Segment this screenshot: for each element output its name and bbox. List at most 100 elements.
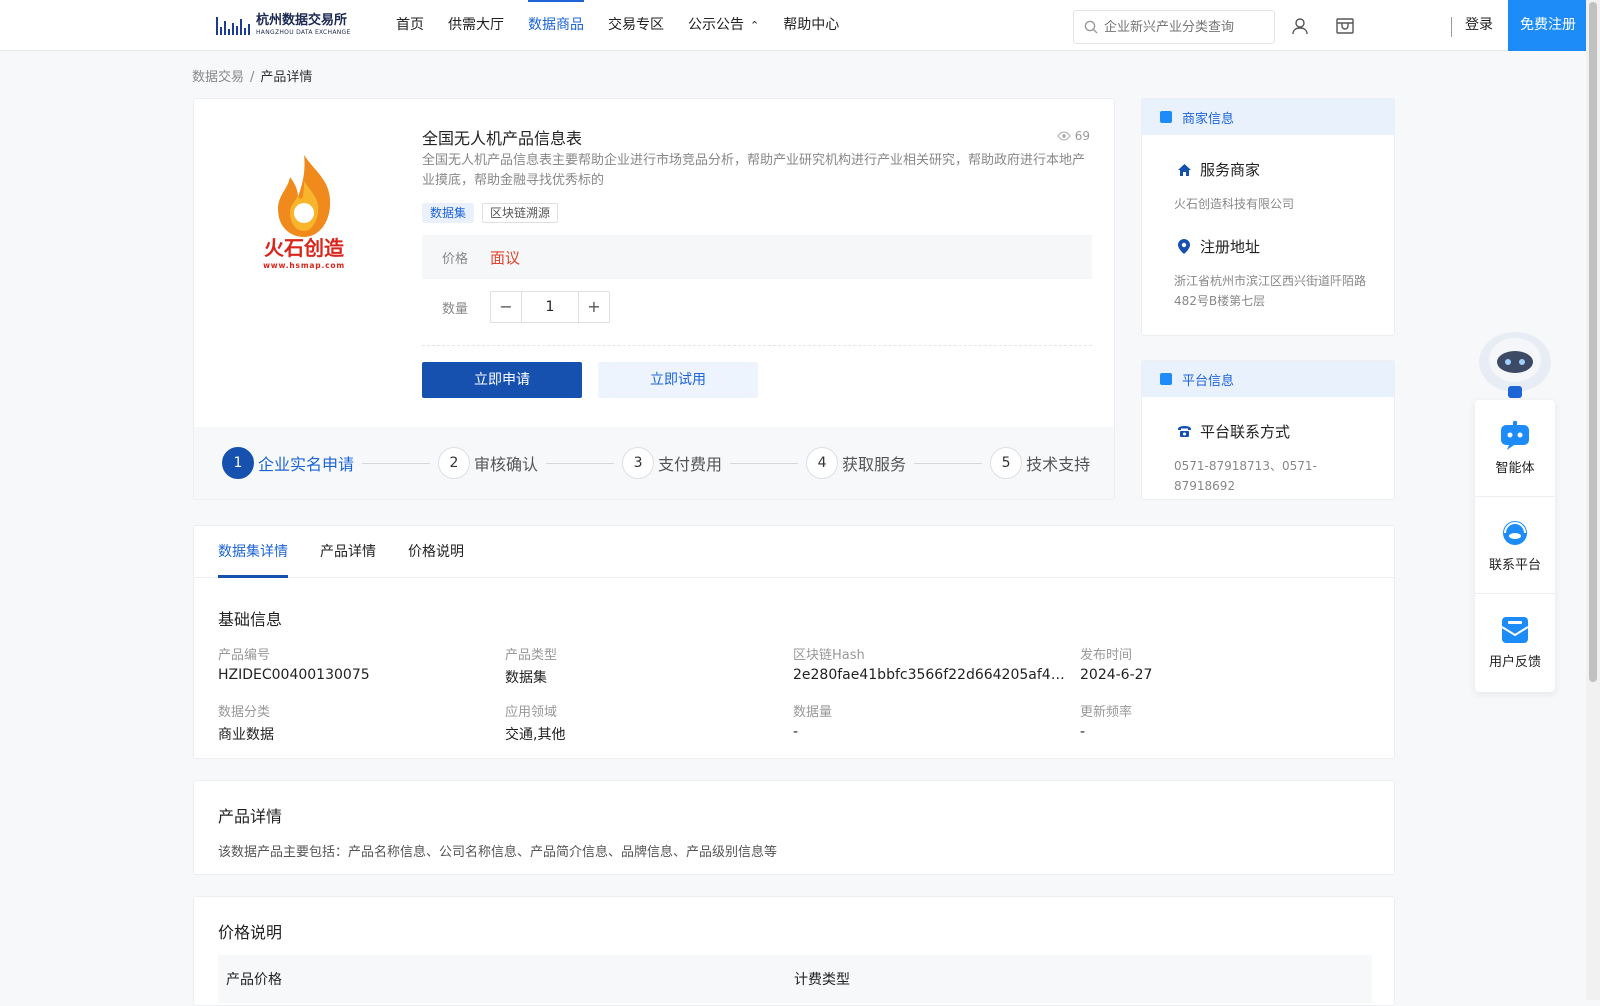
step-3: 3 支付费用 [622,447,722,479]
product-title: 全国无人机产品信息表 [422,129,583,148]
step-number: 1 [222,447,254,479]
step-4: 4 获取服务 [806,447,906,479]
field-label: 产品编号 [218,648,271,663]
detail-tabs: 数据集详情 产品详情 价格说明 [194,526,1394,578]
nav-announcements[interactable]: 公示公告 ⌃ [688,0,759,51]
divider [1451,17,1452,37]
headset-icon [1503,520,1527,545]
field-value: HZIDEC00400130075 [218,667,370,683]
step-connector [730,462,799,464]
product-logo-text: 火石创造 [264,236,345,260]
view-count-value: 69 [1074,129,1090,143]
decrement-button[interactable]: − [491,292,521,322]
price-info-card: 价格说明 产品价格 计费类型 [193,896,1395,1006]
nav-home[interactable]: 首页 [396,0,424,51]
agent-button[interactable]: 智能体 [1475,400,1555,497]
product-logo: 火石创造 www.hsmap.com [263,155,345,270]
field-value: 交通,其他 [505,727,566,743]
field-application-domain: 应用领域交通,其他 [505,701,793,744]
field-value: 数据集 [505,670,547,686]
tag-dataset: 数据集 [422,203,475,223]
feedback-button[interactable]: 用户反馈 [1475,594,1555,691]
chatbot-icon [1501,420,1529,450]
tab-product-detail[interactable]: 产品详情 [320,526,376,578]
trial-button[interactable]: 立即试用 [598,362,758,398]
register-button[interactable]: 免费注册 [1508,0,1588,51]
field-blockchain-hash: 区块链Hash 2e280fae41bbfc3566f22d664205af403… [793,644,1080,687]
step-label: 获取服务 [842,455,907,474]
process-steps: 1 企业实名申请 2 审核确认 3 支付费用 4 获取服务 5 技术支持 [194,427,1114,499]
floating-action-panel: 智能体 联系平台 用户反馈 [1475,400,1555,692]
service-merchant-label: 服务商家 [1200,161,1261,179]
store-icon [1160,111,1172,123]
field-publish-time: 发布时间 2024-6-27 [1080,644,1368,687]
breadcrumb-separator: / [250,70,255,85]
price-value: 面议 [490,248,521,267]
top-navigation-bar: 杭州数据交易所 HANGZHOU DATA EXCHANGE 首页 供需大厅 数… [0,0,1588,51]
step-5: 5 技术支持 [990,447,1090,479]
cart-icon[interactable] [1334,15,1356,37]
scrollbar-thumb[interactable] [1589,2,1597,682]
basic-info-grid: 产品编号 HZIDEC00400130075 产品类型 数据集 区块链Hash 2e2… [218,644,1368,744]
step-number: 2 [438,447,471,479]
nav-supply-demand[interactable]: 供需大厅 [448,0,504,51]
address-label: 注册地址 [1200,238,1261,256]
nav-help-center[interactable]: 帮助中心 [783,0,839,51]
step-label: 技术支持 [1026,455,1091,474]
field-label: 更新频率 [1080,705,1133,720]
tab-price-info[interactable]: 价格说明 [408,526,464,578]
agent-label: 智能体 [1495,460,1535,476]
quantity-input[interactable]: 1 [521,292,579,322]
search-input[interactable] [1104,19,1264,35]
home-icon [1176,162,1192,178]
tab-dataset-detail[interactable]: 数据集详情 [218,526,288,578]
field-product-id: 产品编号 HZIDEC00400130075 [218,644,505,687]
column-header-price: 产品价格 [226,972,282,988]
product-detail-text: 该数据产品主要包括：产品名称信息、公司名称信息、产品简介信息、品牌信息、产品级别… [218,845,778,860]
breadcrumb-root[interactable]: 数据交易 [192,70,244,85]
platform-contact-label: 平台联系方式 [1200,423,1291,441]
service-merchant-value: 火石创造科技有限公司 [1174,197,1295,211]
merchant-info-card: 商家信息 服务商家 火石创造科技有限公司 注册地址 浙江省杭州市滨江区西兴街道阡… [1141,98,1395,336]
chevron-up-icon: ⌃ [750,19,760,32]
column-header-billing-type: 计费类型 [794,972,850,988]
page-scrollbar[interactable] [1586,0,1600,1000]
breadcrumb: 数据交易 / 产品详情 [192,66,312,85]
step-label: 支付费用 [658,455,723,474]
field-label: 应用领域 [505,705,558,720]
robot-mascot-icon[interactable] [1474,326,1556,400]
logo-cn-text: 杭州数据交易所 [256,13,348,28]
tag-blockchain: 区块链溯源 [482,203,559,223]
product-detail-title: 产品详情 [218,807,283,826]
contact-platform-button[interactable]: 联系平台 [1475,497,1555,594]
step-label: 企业实名申请 [258,455,355,474]
nav-data-products[interactable]: 数据商品 [528,0,584,51]
field-value: - [1080,724,1086,740]
price-row: 价格 面议 [422,235,1092,279]
increment-button[interactable]: + [579,292,609,322]
search-box[interactable] [1073,10,1275,44]
site-logo[interactable]: 杭州数据交易所 HANGZHOU DATA EXCHANGE [216,11,351,39]
step-connector [914,462,983,464]
apply-button[interactable]: 立即申请 [422,362,582,398]
contact-platform-label: 联系平台 [1488,557,1541,573]
user-icon[interactable] [1289,15,1311,37]
field-data-volume: 数据量 - [793,701,1080,744]
breadcrumb-current: 产品详情 [260,70,313,85]
nav-trade-zone[interactable]: 交易专区 [608,0,664,51]
platform-info-header: 平台信息 [1142,361,1394,397]
field-label: 区块链Hash [793,648,865,663]
address-title: 注册地址 [1176,236,1394,257]
feedback-label: 用户反馈 [1488,655,1541,670]
quantity-label: 数量 [442,301,469,317]
field-label: 数据量 [793,705,833,720]
basic-info-title: 基础信息 [218,610,283,629]
service-merchant-title: 服务商家 [1176,159,1394,180]
field-data-category: 数据分类 商业数据 [218,701,505,744]
step-number: 4 [806,447,839,479]
login-link[interactable]: 登录 [1465,0,1493,51]
field-label: 发布时间 [1080,648,1133,663]
field-value: 商业数据 [218,727,274,743]
merchant-info-title: 商家信息 [1182,111,1235,127]
main-nav: 首页 供需大厅 数据商品 交易专区 公示公告 ⌃ 帮助中心 [396,0,863,51]
